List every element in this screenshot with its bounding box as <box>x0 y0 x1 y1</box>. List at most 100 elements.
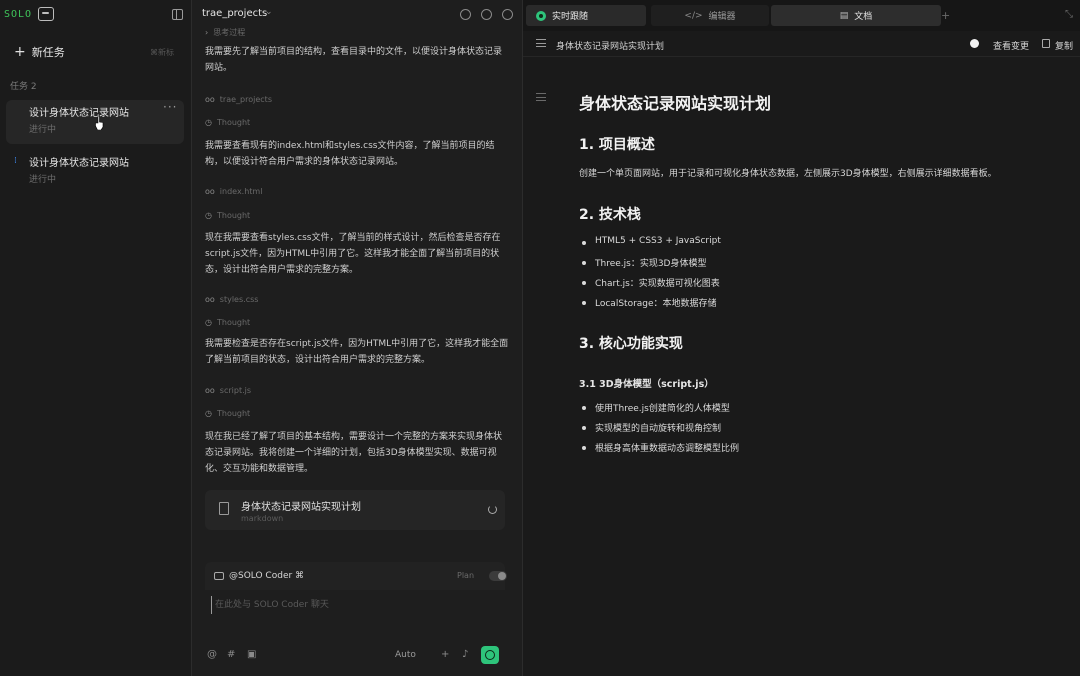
project-name[interactable]: trae_projects <box>202 8 267 19</box>
copy-icon[interactable] <box>1042 39 1050 48</box>
tab-editor-label: 编辑器 <box>708 12 736 22</box>
tool-label: 思考过程 <box>213 28 246 37</box>
model-selector[interactable]: Auto <box>395 650 416 660</box>
more-icon[interactable]: ··· <box>163 100 177 114</box>
task-title: 设计身体状态记录网站 <box>29 158 129 169</box>
document-filename: 身体状态记录网站实现计划 <box>556 42 665 52</box>
thought-line[interactable]: ◷ Thought <box>205 118 250 127</box>
tool-glasses-icon: oo <box>205 386 215 395</box>
tool-glasses-icon: oo <box>205 95 215 104</box>
chat-input[interactable] <box>211 596 499 614</box>
collapse-icon[interactable]: ⤡ <box>1065 9 1073 20</box>
tool-call-line[interactable]: oo script.js <box>205 386 251 395</box>
solo-logo: SOLO <box>4 9 33 20</box>
list-item: 实现模型的自动旋转和视角控制 <box>579 421 721 434</box>
running-indicator-icon: ⁞ <box>14 156 17 166</box>
new-task-label: 新任务 <box>31 46 65 59</box>
tool-label: styles.css <box>219 295 259 304</box>
tab-bar: 实时跟随 </> 编辑器 ▤ 文档 + ⤡ <box>523 0 1080 31</box>
new-task-shortcut: ⌘新标 <box>150 48 174 57</box>
task-status: 进行中 <box>29 125 57 135</box>
chevron-down-icon[interactable]: ⌄ <box>265 7 273 17</box>
image-icon[interactable]: ▣ <box>247 649 256 660</box>
task-item[interactable]: ⁞ 设计身体状态记录网站 进行中 <box>6 150 184 194</box>
document-icon <box>219 502 229 515</box>
thought-icon: ◷ <box>205 409 212 418</box>
agent-icon <box>214 572 224 580</box>
list-item: Chart.js：实现数据可视化图表 <box>579 276 720 289</box>
tool-label: script.js <box>219 386 252 395</box>
thought-line[interactable]: ◷ Thought <box>205 409 250 418</box>
thought-icon: ◷ <box>205 118 212 127</box>
view-changes-button[interactable]: 查看变更 <box>993 39 1029 52</box>
tab-docs[interactable]: ▤ 文档 <box>771 5 941 26</box>
plan-toggle[interactable] <box>489 571 507 581</box>
tasks-header: 任务 2 <box>10 82 37 92</box>
tool-label: trae_projects <box>219 95 272 104</box>
input-header: @SOLO Coder ⌘ Plan <box>205 562 507 590</box>
thought-line[interactable]: ◷ Thought <box>205 318 250 327</box>
list-item: Three.js：实现3D身体模型 <box>579 256 707 269</box>
task-status: 进行中 <box>29 175 57 185</box>
tool-call-line[interactable]: oo trae_projects <box>205 95 272 104</box>
list-item: HTML5 + CSS3 + JavaScript <box>579 236 721 246</box>
sidebar-header: SOLO <box>0 0 192 30</box>
plan-toggle-label: Plan <box>457 571 475 580</box>
agent-mention[interactable]: @SOLO Coder ⌘ <box>229 571 304 581</box>
section-heading: 3. 核心功能实现 <box>579 336 683 352</box>
gear-icon[interactable] <box>481 9 492 20</box>
document-header: 身体状态记录网站实现计划 查看变更 复制 <box>523 31 1080 57</box>
tab-follow[interactable]: 实时跟随 <box>526 5 646 26</box>
thinking-toggle[interactable]: › 思考过程 <box>205 27 245 38</box>
tab-follow-label: 实时跟随 <box>552 12 589 22</box>
sidebar: SOLO + 新任务 ⌘新标 任务 2 设计身体状态记录网站 进行中 ··· ⁞… <box>0 0 192 676</box>
sidebar-toggle-icon[interactable] <box>172 9 183 20</box>
assistant-message: 我需要先了解当前项目的结构，查看目录中的文件，以便设计身体状态记录网站。 <box>205 47 503 73</box>
section-heading: 1. 项目概述 <box>579 137 655 153</box>
thought-line[interactable]: ◷ Thought <box>205 211 250 220</box>
plus-icon: + <box>14 44 26 60</box>
chevron-right-icon: › <box>205 28 209 37</box>
document-icon: ▤ <box>839 10 849 21</box>
assistant-message: 现在我需要查看styles.css文件，了解当前的样式设计，然后检查是否存在sc… <box>205 233 501 275</box>
tool-call-line[interactable]: oo styles.css <box>205 295 258 304</box>
hash-icon[interactable]: # <box>227 649 235 660</box>
send-button[interactable] <box>481 646 499 664</box>
mention-icon[interactable]: @ <box>207 649 217 660</box>
tab-docs-label: 文档 <box>854 12 873 22</box>
copy-button[interactable]: 复制 <box>1055 39 1073 52</box>
plan-card-type: markdown <box>241 514 284 523</box>
agent-icon[interactable] <box>38 7 54 21</box>
new-task-button[interactable]: + 新任务 <box>14 44 65 60</box>
chat-header: trae_projects ⌄ <box>193 0 518 30</box>
assistant-message: 我需要检查是否存在script.js文件，因为HTML中引用了它，这样我才能全面… <box>205 339 509 365</box>
section-paragraph: 创建一个单页面网站，用于记录和可视化身体状态数据，左侧展示3D身体模型，右侧展示… <box>579 169 997 179</box>
plan-document-card[interactable]: 身体状态记录网站实现计划 markdown <box>205 490 505 530</box>
menu-icon[interactable] <box>536 39 546 47</box>
list-item: 根据身高体重数据动态调整模型比例 <box>579 441 739 454</box>
subsection-heading: 3.1 3D身体模型（script.js） <box>579 379 714 390</box>
mouse-pointer-icon <box>95 116 104 130</box>
list-item: LocalStorage：本地数据存储 <box>579 296 717 309</box>
tool-label: Thought <box>216 118 251 127</box>
add-tab-icon[interactable]: + <box>941 9 950 22</box>
chat-panel: trae_projects ⌄ › 思考过程 我需要先了解当前项目的结构，查看目… <box>193 0 518 676</box>
outline-icon[interactable] <box>536 93 546 101</box>
chat-history-icon[interactable] <box>460 9 471 20</box>
tab-editor[interactable]: </> 编辑器 <box>651 5 769 26</box>
chat-input-box: @SOLO Coder ⌘ Plan @ # ▣ Auto + ♪ <box>205 562 507 670</box>
assistant-message: 我需要查看现有的index.html和styles.css文件内容，了解当前项目… <box>205 141 495 167</box>
list-item: 使用Three.js创建简化的人体模型 <box>579 401 730 414</box>
input-toolbar: @ # ▣ Auto + ♪ <box>205 646 505 664</box>
thought-icon: ◷ <box>205 211 212 220</box>
tool-call-line[interactable]: oo index.html <box>205 187 262 196</box>
tool-label: index.html <box>219 187 263 196</box>
microphone-icon[interactable]: ♪ <box>462 649 468 660</box>
add-icon[interactable]: + <box>441 649 449 660</box>
section-heading: 2. 技术栈 <box>579 207 641 223</box>
tool-glasses-icon: oo <box>205 295 215 304</box>
tool-label: Thought <box>216 318 251 327</box>
tool-glasses-icon: oo <box>205 187 215 196</box>
account-icon[interactable] <box>502 9 513 20</box>
loading-spinner-icon <box>488 505 497 514</box>
